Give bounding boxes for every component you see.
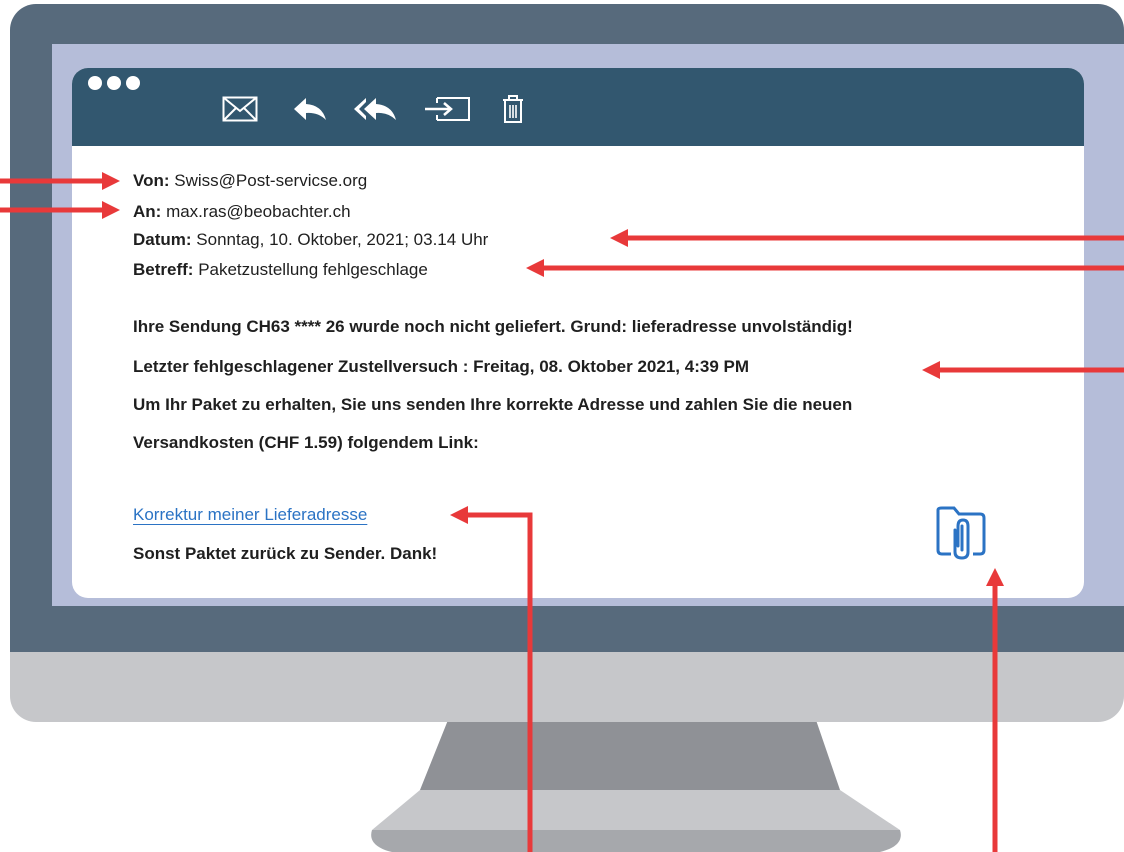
subject-value: Paketzustellung fehlgeschlage <box>198 260 428 279</box>
subject-label: Betreff: <box>133 260 194 279</box>
window-control-dot[interactable] <box>88 76 102 90</box>
window-control-dot[interactable] <box>107 76 121 90</box>
from-value[interactable]: Swiss@Post-servicse.org <box>174 171 367 190</box>
attachment-folder-icon[interactable] <box>934 504 992 565</box>
trash-icon[interactable] <box>500 92 526 126</box>
reply-icon[interactable] <box>290 92 330 126</box>
body-line: Ihre Sendung CH63 **** 26 wurde noch nic… <box>133 317 853 336</box>
email-subject: Betreff: Paketzustellung fehlgeschlage <box>133 260 428 280</box>
mail-icon[interactable] <box>220 92 260 126</box>
closing-line: Sonst Paktet zurück zu Sender. Dank! <box>133 544 438 563</box>
move-to-folder-icon[interactable] <box>422 92 472 126</box>
monitor-chin <box>10 640 1124 722</box>
body-line: Letzter fehlgeschlagener Zustellversuch … <box>133 357 749 376</box>
body-line: Versandkosten (CHF 1.59) folgendem Link: <box>133 433 479 452</box>
to-value[interactable]: max.ras@beobachter.ch <box>166 202 351 221</box>
email-from: Von: Swiss@Post-servicse.org <box>133 171 367 191</box>
email-toolbar <box>72 68 1084 146</box>
from-label: Von: <box>133 171 170 190</box>
correction-link[interactable]: Korrektur meiner Lieferadresse <box>133 505 367 525</box>
email-to: An: max.ras@beobachter.ch <box>133 202 351 222</box>
to-label: An: <box>133 202 162 221</box>
body-line: Um Ihr Paket zu erhalten, Sie uns senden… <box>133 395 853 414</box>
window-control-dot[interactable] <box>126 76 140 90</box>
date-label: Datum: <box>133 230 192 249</box>
email-window: Von: Swiss@Post-servicse.org An: max.ras… <box>72 68 1084 598</box>
date-value: Sonntag, 10. Oktober, 2021; 03.14 Uhr <box>196 230 489 249</box>
email-date: Datum: Sonntag, 10. Oktober, 2021; 03.14… <box>133 230 488 250</box>
reply-all-icon[interactable] <box>350 92 400 126</box>
